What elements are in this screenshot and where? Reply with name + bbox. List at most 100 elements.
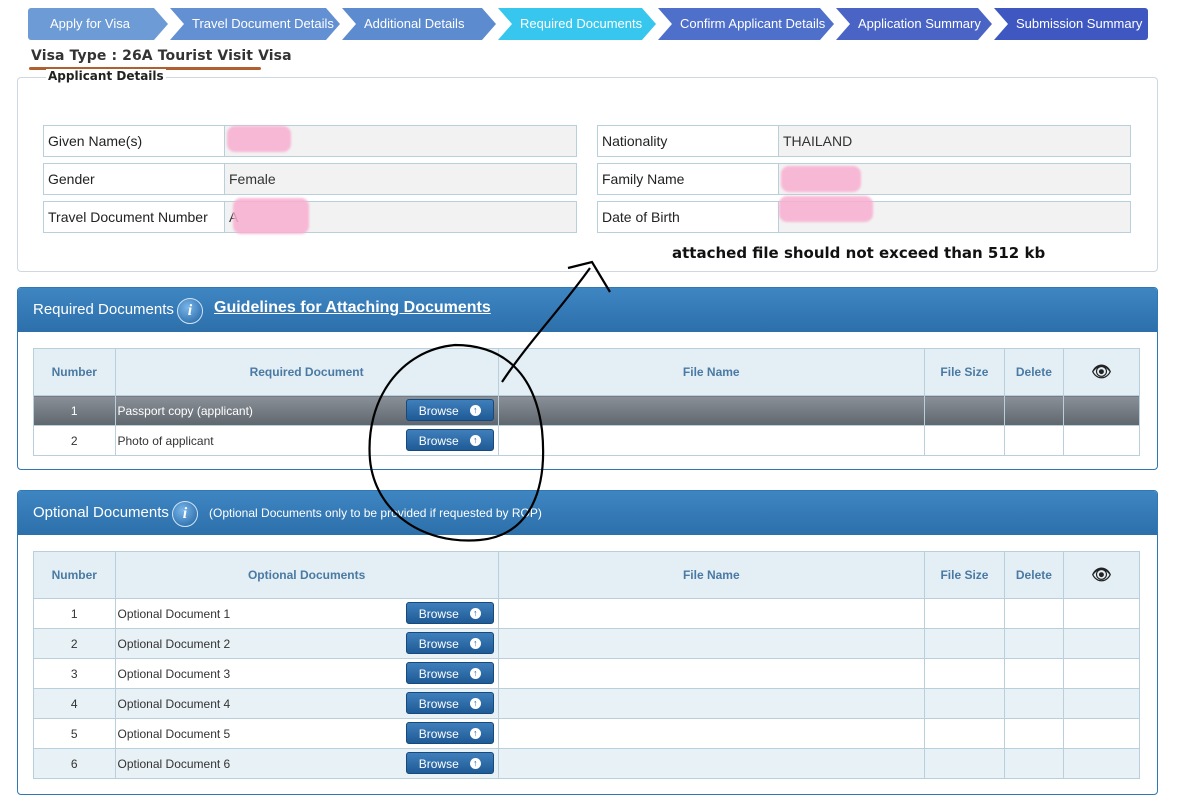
browse-button[interactable]: Browse ↑ <box>405 429 494 451</box>
row-preview <box>1062 395 1141 426</box>
step-apply-for-visa[interactable]: Apply for Visa <box>28 8 168 40</box>
row-delete <box>1004 748 1064 779</box>
row-preview <box>1062 628 1141 659</box>
optional-documents-title: Optional Documents <box>33 504 169 521</box>
row-number: 2 <box>33 628 116 659</box>
row-document: Passport copy (applicant) Browse ↑ <box>114 395 499 426</box>
row-preview <box>1062 598 1141 629</box>
column-delete: Delete <box>1004 348 1064 396</box>
upload-icon: ↑ <box>469 728 481 739</box>
required-documents-panel: Required Documents i Guidelines for Atta… <box>17 287 1158 470</box>
table-row[interactable]: 1 Passport copy (applicant) Browse ↑ <box>33 395 1141 426</box>
row-file-name <box>497 628 925 659</box>
info-icon[interactable]: i <box>172 501 198 527</box>
row-number: 4 <box>33 688 116 719</box>
eye-icon: 👁 <box>1091 364 1112 381</box>
row-document: Optional Document 6 Browse ↑ <box>114 748 499 779</box>
table-row[interactable]: 2 Photo of applicant Browse ↑ <box>33 425 1141 456</box>
upload-icon: ↑ <box>469 698 481 709</box>
required-documents-title: Required Documents <box>33 301 174 318</box>
browse-label: Browse <box>418 404 459 418</box>
step-required-documents[interactable]: Required Documents <box>498 8 656 40</box>
document-name: Optional Document 6 <box>117 756 231 771</box>
step-application-summary[interactable]: Application Summary <box>836 8 992 40</box>
column-preview: 👁 <box>1062 348 1141 396</box>
step-confirm-applicant-details[interactable]: Confirm Applicant Details <box>658 8 834 40</box>
guidelines-link[interactable]: Guidelines for Attaching Documents <box>214 299 491 317</box>
browse-label: Browse <box>418 434 459 448</box>
row-preview <box>1062 748 1141 779</box>
row-delete <box>1004 425 1064 456</box>
row-delete <box>1004 688 1064 719</box>
family-name-field: Family Name <box>597 163 1131 195</box>
table-row[interactable]: 1 Optional Document 1 Browse ↑ <box>33 598 1141 629</box>
upload-icon: ↑ <box>469 638 481 649</box>
upload-icon: ↑ <box>469 435 481 446</box>
browse-label: Browse <box>418 607 459 621</box>
required-documents-table: Number Required Document File Name File … <box>33 348 1141 456</box>
browse-button[interactable]: Browse ↑ <box>405 632 494 654</box>
table-row[interactable]: 4 Optional Document 4 Browse ↑ <box>33 688 1141 719</box>
step-travel-document-details[interactable]: Travel Document Details <box>170 8 340 40</box>
table-header-row: Number Optional Documents File Name File… <box>33 551 1141 599</box>
column-file-size: File Size <box>923 348 1006 396</box>
row-document: Optional Document 5 Browse ↑ <box>114 718 499 749</box>
step-additional-details[interactable]: Additional Details <box>342 8 496 40</box>
column-number: Number <box>33 551 116 599</box>
travel-document-number-value: A <box>225 198 576 234</box>
gender-label: Gender <box>44 164 225 194</box>
table-row[interactable]: 5 Optional Document 5 Browse ↑ <box>33 718 1141 749</box>
row-file-name <box>497 748 925 779</box>
info-icon[interactable]: i <box>177 298 203 324</box>
document-name: Optional Document 1 <box>117 606 231 621</box>
required-documents-header: Required Documents i Guidelines for Atta… <box>18 288 1157 332</box>
wizard-steps: Apply for Visa Travel Document Details A… <box>28 8 1150 40</box>
column-optional-documents: Optional Documents <box>114 551 499 599</box>
row-preview <box>1062 425 1141 456</box>
browse-button[interactable]: Browse ↑ <box>405 602 494 624</box>
upload-icon: ↑ <box>469 405 481 416</box>
row-file-size <box>923 425 1006 456</box>
browse-label: Browse <box>418 727 459 741</box>
optional-documents-header: Optional Documents i (Optional Documents… <box>18 491 1157 535</box>
row-file-name <box>497 688 925 719</box>
nationality-label: Nationality <box>598 126 779 156</box>
column-file-name: File Name <box>497 348 925 396</box>
nationality-field: Nationality THAILAND <box>597 125 1131 157</box>
optional-documents-panel: Optional Documents i (Optional Documents… <box>17 490 1158 795</box>
travel-document-number-field: Travel Document Number A <box>43 198 577 234</box>
applicant-details-legend: Applicant Details <box>46 69 166 83</box>
family-name-value <box>779 164 1130 194</box>
browse-button[interactable]: Browse ↑ <box>405 692 494 714</box>
file-size-note-annotation: attached file should not exceed than 512… <box>672 244 1046 262</box>
browse-button[interactable]: Browse ↑ <box>405 722 494 744</box>
row-document: Optional Document 3 Browse ↑ <box>114 658 499 689</box>
date-of-birth-field: Date of Birth <box>597 196 1131 233</box>
document-name: Photo of applicant <box>117 433 214 448</box>
upload-icon: ↑ <box>469 608 481 619</box>
row-delete <box>1004 718 1064 749</box>
browse-button[interactable]: Browse ↑ <box>405 662 494 684</box>
row-document: Optional Document 4 Browse ↑ <box>114 688 499 719</box>
family-name-label: Family Name <box>598 164 779 194</box>
browse-button[interactable]: Browse ↑ <box>405 752 494 774</box>
document-name: Optional Document 3 <box>117 666 231 681</box>
row-document: Photo of applicant Browse ↑ <box>114 425 499 456</box>
gender-value: Female <box>229 171 276 187</box>
row-number: 1 <box>33 598 116 629</box>
row-preview <box>1062 718 1141 749</box>
table-row[interactable]: 2 Optional Document 2 Browse ↑ <box>33 628 1141 659</box>
upload-icon: ↑ <box>469 758 481 769</box>
browse-button[interactable]: Browse ↑ <box>405 399 494 421</box>
table-row[interactable]: 3 Optional Document 3 Browse ↑ <box>33 658 1141 689</box>
row-delete <box>1004 395 1064 426</box>
row-preview <box>1062 658 1141 689</box>
travel-document-number-label: Travel Document Number <box>44 202 225 232</box>
step-submission-summary[interactable]: Submission Summary <box>994 8 1148 40</box>
date-of-birth-label: Date of Birth <box>598 202 779 232</box>
column-required-document: Required Document <box>114 348 499 396</box>
row-number: 2 <box>33 425 116 456</box>
table-row[interactable]: 6 Optional Document 6 Browse ↑ <box>33 748 1141 779</box>
document-name: Optional Document 2 <box>117 636 231 651</box>
row-number: 1 <box>33 395 116 426</box>
